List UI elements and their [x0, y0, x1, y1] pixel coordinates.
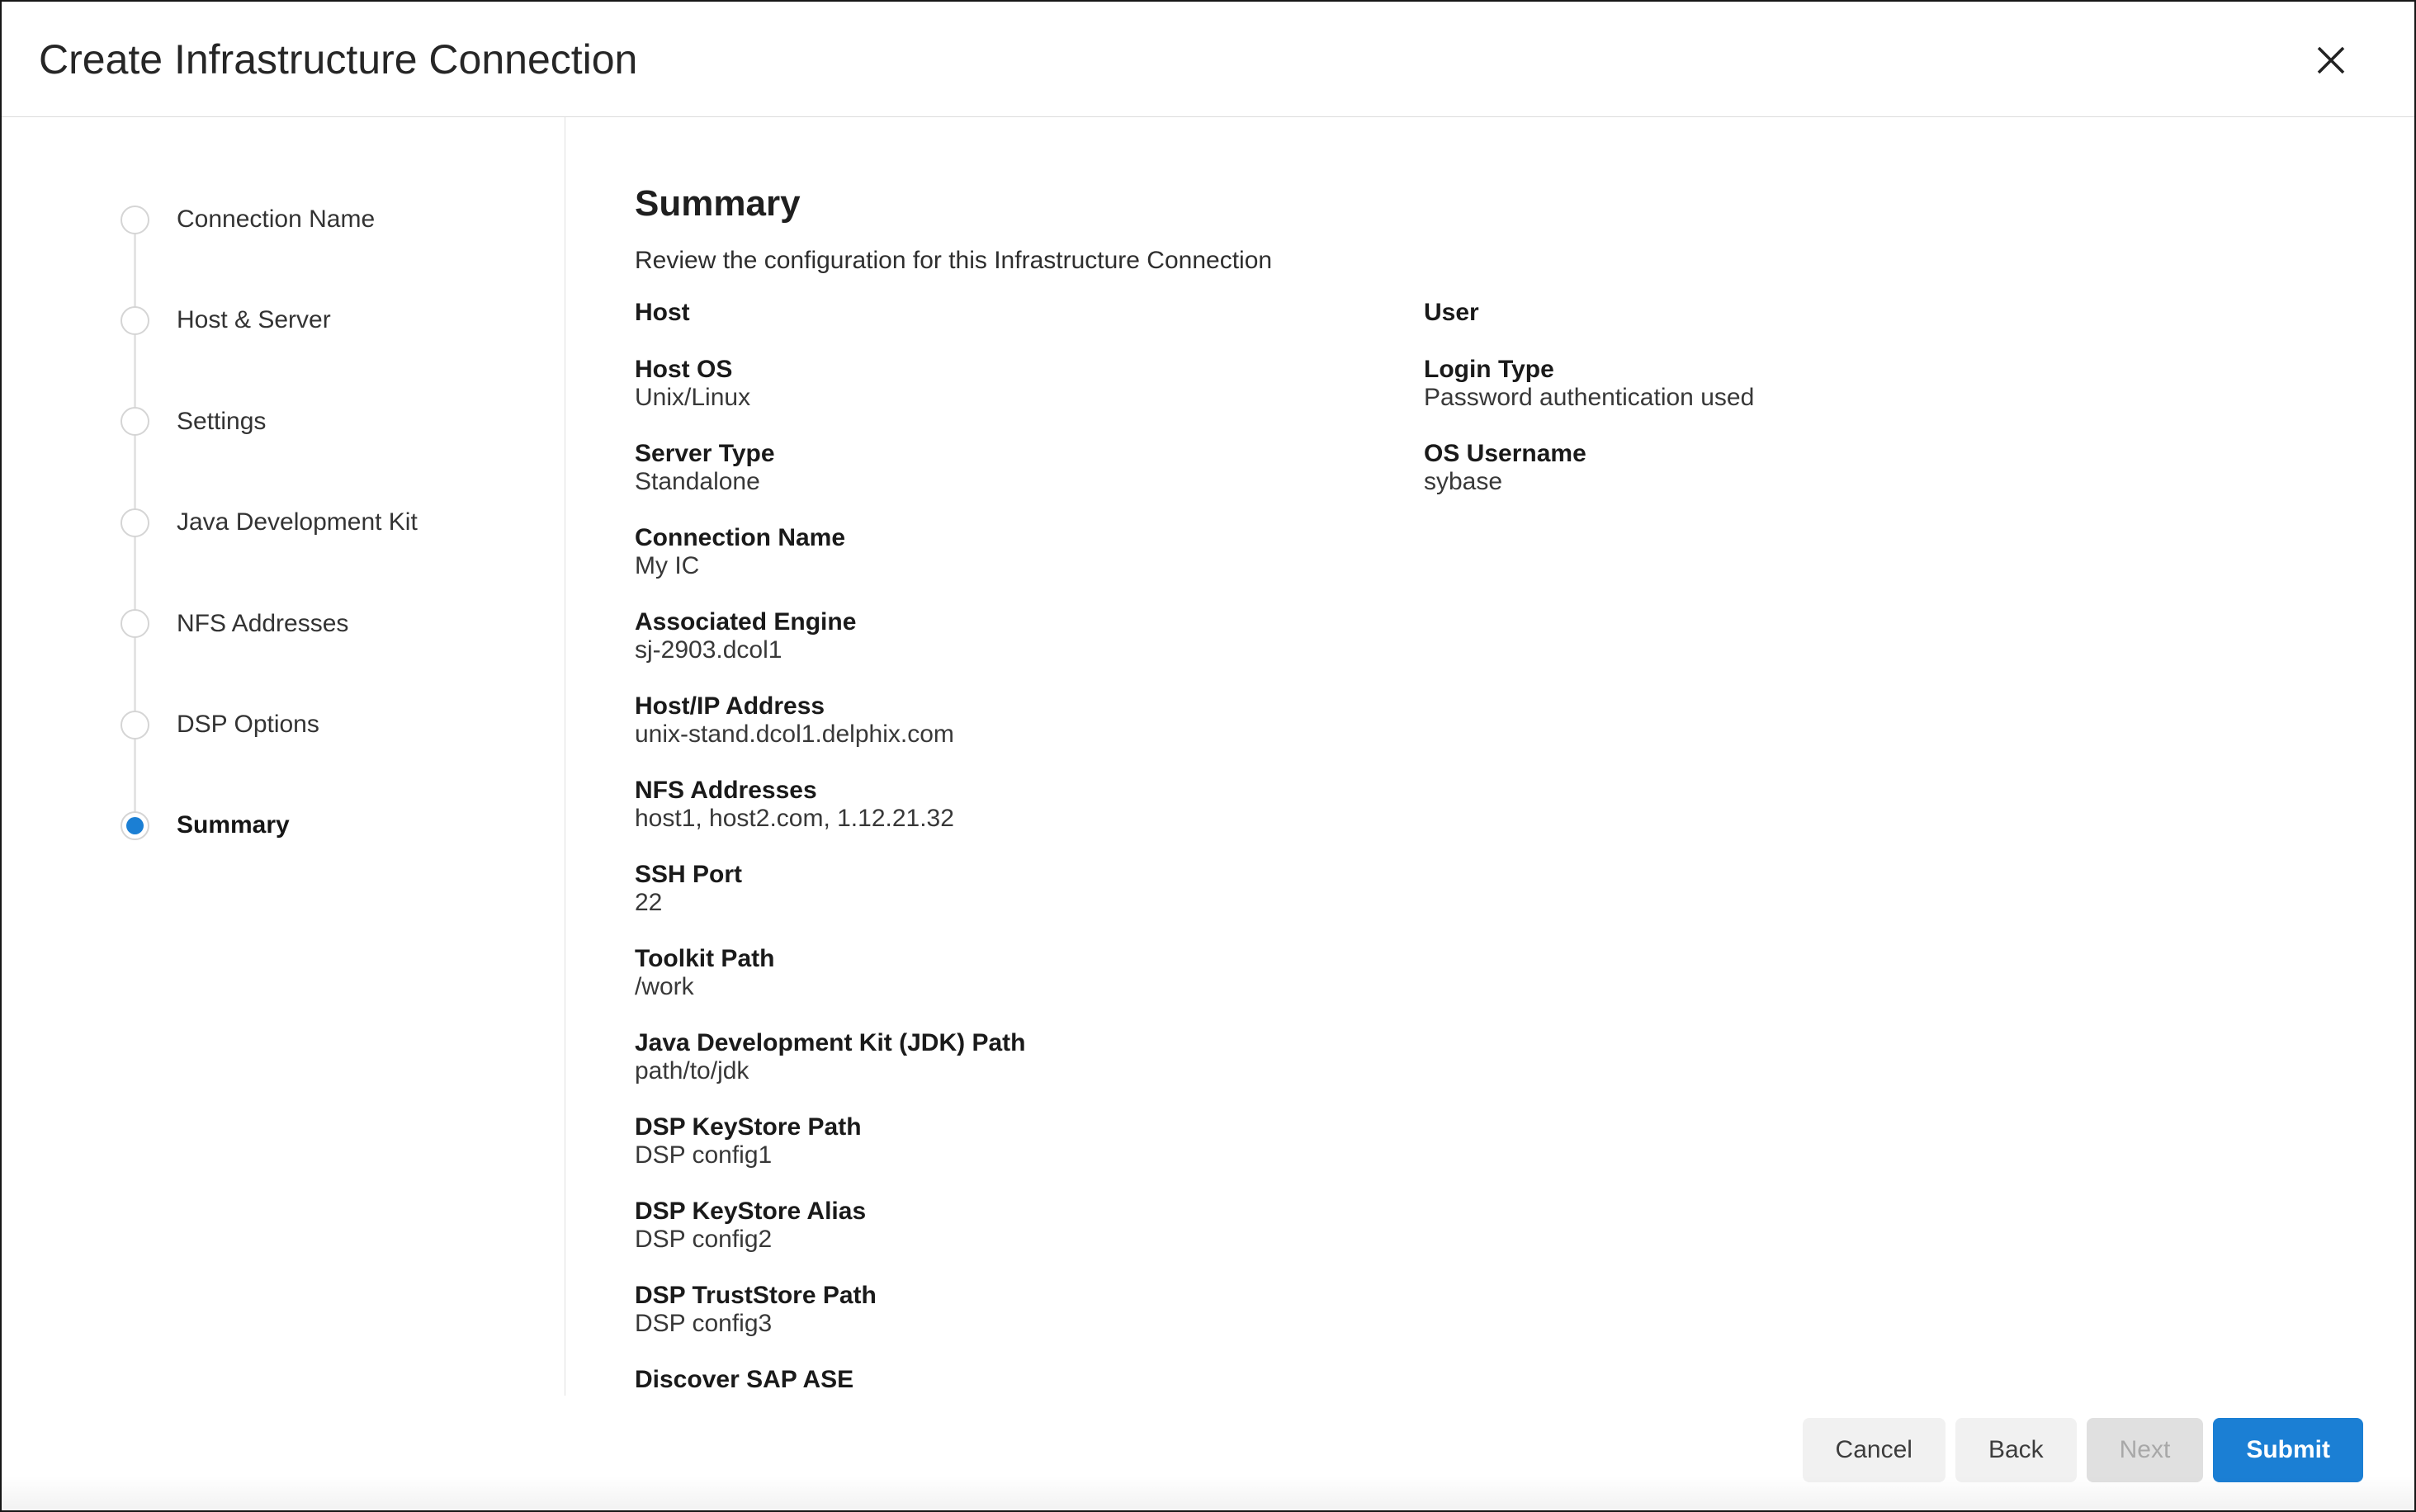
summary-field: DSP KeyStore Path DSP config1: [635, 1113, 1424, 1169]
section-title-user: User: [1424, 299, 2414, 327]
step-circle-icon: [121, 306, 149, 335]
dialog-title: Create Infrastructure Connection: [39, 35, 637, 83]
field-label: Connection Name: [635, 524, 1424, 552]
section-title-host: Host: [635, 299, 1424, 327]
step-settings[interactable]: Settings: [121, 407, 266, 437]
step-label: Host & Server: [177, 305, 331, 335]
summary-field: Host/IP Address unix-stand.dcol1.delphix…: [635, 692, 1424, 749]
field-label: Associated Engine: [635, 608, 1424, 636]
create-infrastructure-connection-dialog: Create Infrastructure Connection Connect…: [0, 0, 2416, 1512]
next-button[interactable]: Next: [2087, 1418, 2204, 1482]
step-connection-name[interactable]: Connection Name: [121, 205, 375, 234]
field-label: Host/IP Address: [635, 692, 1424, 721]
step-nfs-addresses[interactable]: NFS Addresses: [121, 609, 348, 639]
field-label: Toolkit Path: [635, 945, 1424, 973]
field-label: OS Username: [1424, 440, 2414, 468]
field-value: My IC: [635, 552, 1424, 580]
field-label: DSP KeyStore Path: [635, 1113, 1424, 1141]
cancel-button[interactable]: Cancel: [1803, 1418, 1946, 1482]
host-column: Host Host OS Unix/Linux Server Type Stan…: [635, 299, 1424, 1396]
step-label: NFS Addresses: [177, 609, 348, 639]
summary-field: Associated Engine sj-2903.dcol1: [635, 608, 1424, 664]
summary-field: Toolkit Path /work: [635, 945, 1424, 1001]
step-circle-icon: [121, 407, 149, 436]
summary-field: Connection Name My IC: [635, 524, 1424, 580]
summary-field: Discover SAP ASE: [635, 1366, 1424, 1394]
field-value: Standalone: [635, 468, 1424, 496]
field-value: 22: [635, 889, 1424, 917]
field-value: sj-2903.dcol1: [635, 636, 1424, 664]
step-circle-icon: [121, 206, 149, 234]
close-button[interactable]: [2310, 40, 2352, 81]
step-label: Connection Name: [177, 205, 375, 234]
step-label: Java Development Kit: [177, 508, 418, 537]
submit-button[interactable]: Submit: [2213, 1418, 2363, 1482]
field-value: host1, host2.com, 1.12.21.32: [635, 805, 1424, 833]
page-subtitle: Review the configuration for this Infras…: [635, 245, 2414, 276]
summary-field: SSH Port 22: [635, 861, 1424, 917]
summary-field: Java Development Kit (JDK) Path path/to/…: [635, 1029, 1424, 1085]
back-button[interactable]: Back: [1955, 1418, 2077, 1482]
step-circle-icon: [121, 711, 149, 739]
step-host-server[interactable]: Host & Server: [121, 305, 331, 335]
step-circle-icon: [121, 508, 149, 537]
field-value: unix-stand.dcol1.delphix.com: [635, 721, 1424, 749]
step-circle-icon: [121, 609, 149, 638]
step-label: Summary: [177, 810, 290, 840]
step-circle-icon: [121, 811, 149, 840]
dialog-body: Connection Name Host & Server Settings J…: [2, 117, 2414, 1396]
summary-field: OS Username sybase: [1424, 440, 2414, 496]
field-label: NFS Addresses: [635, 777, 1424, 805]
summary-field: Server Type Standalone: [635, 440, 1424, 496]
summary-field: DSP KeyStore Alias DSP config2: [635, 1198, 1424, 1254]
summary-field: NFS Addresses host1, host2.com, 1.12.21.…: [635, 777, 1424, 833]
field-label: SSH Port: [635, 861, 1424, 889]
step-dsp-options[interactable]: DSP Options: [121, 710, 319, 739]
summary-field: Login Type Password authentication used: [1424, 356, 2414, 412]
host-fields: Host OS Unix/Linux Server Type Standalon…: [635, 356, 1424, 1394]
field-label: Login Type: [1424, 356, 2414, 384]
field-value: sybase: [1424, 468, 2414, 496]
field-value: Unix/Linux: [635, 384, 1424, 412]
step-summary[interactable]: Summary: [121, 810, 290, 840]
field-label: Host OS: [635, 356, 1424, 384]
field-label: Java Development Kit (JDK) Path: [635, 1029, 1424, 1057]
field-label: Server Type: [635, 440, 1424, 468]
summary-columns: Host Host OS Unix/Linux Server Type Stan…: [635, 299, 2414, 1396]
field-label: Discover SAP ASE: [635, 1366, 1424, 1394]
summary-field: DSP TrustStore Path DSP config3: [635, 1282, 1424, 1338]
dialog-footer: Cancel Back Next Submit: [2, 1396, 2414, 1510]
field-value: DSP config1: [635, 1141, 1424, 1169]
page-title: Summary: [635, 182, 2414, 225]
field-label: DSP TrustStore Path: [635, 1282, 1424, 1310]
step-label: DSP Options: [177, 710, 319, 739]
summary-field: Host OS Unix/Linux: [635, 356, 1424, 412]
field-label: DSP KeyStore Alias: [635, 1198, 1424, 1226]
field-value: DSP config2: [635, 1226, 1424, 1254]
step-label: Settings: [177, 407, 266, 437]
dialog-header: Create Infrastructure Connection: [2, 2, 2414, 117]
summary-content: Summary Review the configuration for thi…: [565, 117, 2414, 1396]
wizard-steps-sidebar: Connection Name Host & Server Settings J…: [2, 117, 565, 1396]
field-value: path/to/jdk: [635, 1057, 1424, 1085]
field-value: /work: [635, 973, 1424, 1001]
field-value: Password authentication used: [1424, 384, 2414, 412]
close-icon: [2316, 45, 2346, 75]
field-value: DSP config3: [635, 1310, 1424, 1338]
user-column: User Login Type Password authentication …: [1424, 299, 2414, 1396]
user-fields: Login Type Password authentication used …: [1424, 356, 2414, 496]
step-java-development-kit[interactable]: Java Development Kit: [121, 508, 418, 537]
